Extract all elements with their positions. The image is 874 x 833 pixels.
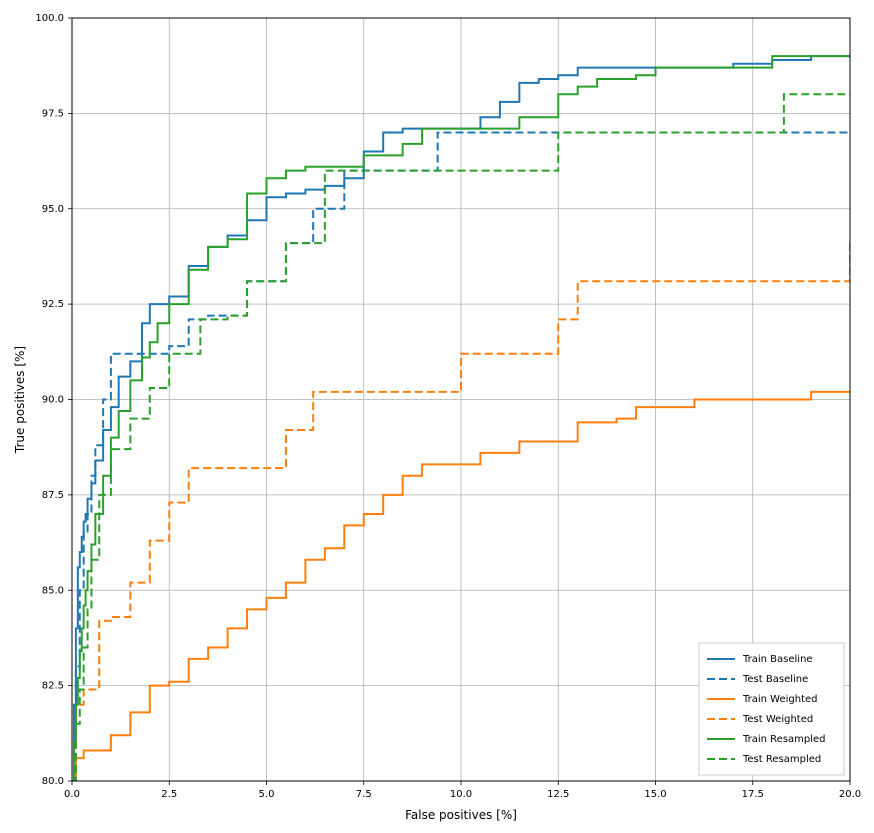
y-tick-label: 85.0	[42, 585, 64, 596]
y-tick-label: 92.5	[42, 299, 64, 310]
legend-label: Test Weighted	[742, 714, 813, 725]
legend-label: Test Baseline	[742, 674, 808, 685]
chart-svg: 0.0 2.5 5.0 7.5 10.0 12.5 15.0 17.5 20.0 80.0 82.5…	[0, 0, 874, 833]
y-axis-label: True positives [%]	[13, 346, 27, 454]
x-tick-label: 5.0	[259, 789, 275, 800]
y-tick-label: 82.5	[42, 681, 64, 692]
y-tick-label: 100.0	[35, 13, 64, 24]
y-tick-label: 95.0	[42, 204, 64, 215]
y-tick-label: 97.5	[42, 108, 64, 119]
x-tick-label: 17.5	[742, 789, 764, 800]
roc-chart: 0.0 2.5 5.0 7.5 10.0 12.5 15.0 17.5 20.0 80.0 82.5…	[0, 0, 874, 833]
y-tick-label: 90.0	[42, 395, 64, 406]
x-tick-label: 12.5	[547, 789, 569, 800]
legend-label: Train Resampled	[742, 734, 826, 745]
x-tick-label: 7.5	[356, 789, 372, 800]
x-tick-label: 2.5	[161, 789, 177, 800]
x-tick-label: 10.0	[450, 789, 472, 800]
x-tick-label: 20.0	[839, 789, 861, 800]
legend-label: Test Resampled	[742, 754, 821, 765]
legend: Train Baseline Test Baseline Train Weighte…	[699, 643, 844, 775]
legend-label: Train Weighted	[742, 694, 818, 705]
legend-label: Train Baseline	[742, 654, 813, 665]
x-tick-label: 0.0	[64, 789, 80, 800]
x-tick-label: 15.0	[644, 789, 666, 800]
y-tick-label: 80.0	[42, 776, 64, 787]
x-axis-label: False positives [%]	[405, 808, 517, 822]
y-tick-label: 87.5	[42, 490, 64, 501]
